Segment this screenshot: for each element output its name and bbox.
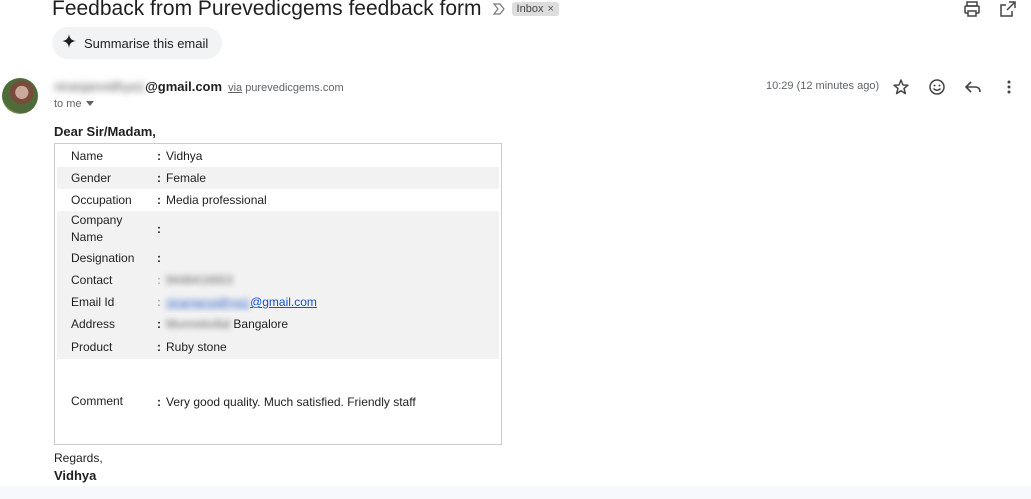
colon: : xyxy=(157,273,161,287)
table-row: Gender : Female xyxy=(57,167,499,189)
colon: : xyxy=(157,340,161,354)
summarise-email-button[interactable]: Summarise this email xyxy=(52,27,223,59)
colon: : xyxy=(157,149,161,163)
via-info: via purevedicgems.com xyxy=(228,82,344,94)
colon: : xyxy=(157,317,161,331)
address-blurred: Munnekollal xyxy=(166,317,231,331)
email-id-link[interactable]: niranjanvidhya1@gmail.com xyxy=(166,295,317,309)
field-value: Vidhya xyxy=(166,149,203,163)
colon: : xyxy=(157,251,161,265)
signature: Vidhya xyxy=(54,468,97,483)
bottom-bar xyxy=(0,486,1031,499)
field-value: 9448416653 xyxy=(166,273,233,287)
address-city: Bangalore xyxy=(233,317,289,331)
chevron-down-icon xyxy=(85,98,94,110)
open-in-new-window-icon[interactable] xyxy=(999,0,1017,18)
emoji-icon[interactable] xyxy=(928,78,946,96)
colon: : xyxy=(157,171,161,185)
via-label[interactable]: via xyxy=(228,82,242,94)
colon: : xyxy=(157,394,161,409)
table-row: Contact : 9448416653 xyxy=(57,269,499,291)
field-value: Munnekollal Bangalore xyxy=(166,317,288,331)
field-label: Product xyxy=(71,339,113,354)
email-subject: Feedback from Purevedicgems feedback for… xyxy=(52,0,482,20)
table-row: Designation : xyxy=(57,247,499,269)
field-label: Company Name xyxy=(71,213,123,244)
top-toolbar xyxy=(963,0,1017,18)
summarise-label: Summarise this email xyxy=(84,35,209,51)
table-row: Address : Munnekollal Bangalore xyxy=(57,313,499,335)
star-icon[interactable] xyxy=(892,78,910,96)
recipients-toggle[interactable]: to me xyxy=(54,98,94,110)
sender-info: niranjanvidhya1@gmail.com via purevedicg… xyxy=(54,79,344,94)
field-label: Email Id xyxy=(71,294,115,309)
inbox-label-chip: Inbox × xyxy=(511,2,559,16)
email-local-part: niranjanvidhya1 xyxy=(166,295,251,309)
feedback-form-table: Name : Vidhya Gender : Female Occupation… xyxy=(54,143,502,445)
field-value: Media professional xyxy=(166,193,267,207)
sender-avatar[interactable] xyxy=(2,78,38,114)
table-row: Email Id : niranjanvidhya1@gmail.com xyxy=(57,291,499,313)
field-label: Comment xyxy=(71,394,124,408)
email-domain: @gmail.com xyxy=(250,295,317,309)
closing-regards: Regards, xyxy=(54,451,103,465)
field-value: Female xyxy=(166,171,207,185)
print-icon[interactable] xyxy=(963,0,981,18)
colon: : xyxy=(157,295,161,309)
reply-icon[interactable] xyxy=(964,78,982,96)
greeting: Dear Sir/Madam, xyxy=(54,124,156,139)
colon: : xyxy=(157,222,161,236)
inbox-label: Inbox xyxy=(516,3,544,15)
table-row: Comment : Very good quality. Much satisf… xyxy=(57,359,499,444)
colon: : xyxy=(157,193,161,207)
table-row: Company Name : xyxy=(57,211,499,247)
importance-marker-icon[interactable] xyxy=(492,2,506,16)
more-vertical-icon[interactable] xyxy=(1000,78,1018,96)
field-value: Very good quality. Much satisfied. Frien… xyxy=(166,394,416,409)
sender-address[interactable]: niranjanvidhya1@gmail.com xyxy=(54,79,222,94)
subject-row: Feedback from Purevedicgems feedback for… xyxy=(52,0,559,24)
field-label: Contact xyxy=(71,272,113,287)
to-me-label: to me xyxy=(54,98,82,110)
table-row: Name : Vidhya xyxy=(57,145,499,167)
sparkle-icon xyxy=(62,33,76,53)
remove-label-icon[interactable]: × xyxy=(547,3,553,15)
received-time: 10:29 (12 minutes ago) xyxy=(766,80,880,92)
field-label: Address xyxy=(71,316,116,331)
message-actions xyxy=(892,78,1018,96)
sender-domain: @gmail.com xyxy=(145,79,223,94)
table-row: Occupation : Media professional xyxy=(57,189,499,211)
field-label: Gender xyxy=(71,170,112,185)
via-domain: purevedicgems.com xyxy=(245,82,344,94)
field-label: Designation xyxy=(71,250,135,265)
field-label: Name xyxy=(71,148,104,163)
field-value: Ruby stone xyxy=(166,340,227,354)
field-label: Occupation xyxy=(71,192,132,207)
table-row: Product : Ruby stone xyxy=(57,335,499,359)
sender-local-part: niranjanvidhya1 xyxy=(54,79,146,94)
